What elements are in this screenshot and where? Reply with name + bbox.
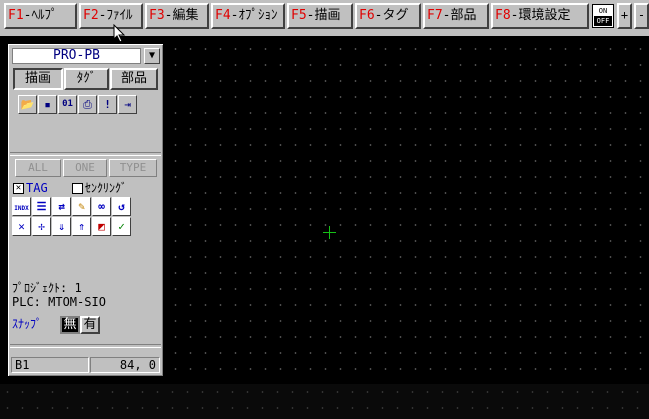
checkbox-empty-icon bbox=[72, 183, 83, 194]
tag-checkbox-label: TAG bbox=[26, 181, 48, 195]
fkey-label: -ｵﾌﾟｼｮﾝ bbox=[230, 8, 278, 23]
fkey-number: F1 bbox=[8, 8, 24, 23]
plus-label: + bbox=[620, 8, 629, 22]
fkey-label: -ﾌｧｲﾙ bbox=[98, 8, 133, 23]
index-icon[interactable]: INDX bbox=[12, 197, 31, 216]
fkey-edit[interactable]: F3-編集 bbox=[145, 3, 209, 29]
minus-label: - bbox=[637, 8, 646, 22]
palette-dropdown-button[interactable]: ▼ bbox=[144, 48, 160, 64]
select-type-button[interactable]: TYPE bbox=[109, 159, 157, 177]
fkey-label: -部品 bbox=[442, 8, 477, 23]
link-checkbox-label: ｾﾝｸﾘﾝｸﾞ bbox=[85, 181, 128, 195]
snap-off-button[interactable]: 無 bbox=[60, 316, 80, 334]
color-palette-icon[interactable]: ◩ bbox=[92, 217, 111, 236]
open-folder-icon[interactable]: 📂 bbox=[18, 95, 37, 114]
fkey-tag[interactable]: F6-タグ bbox=[355, 3, 421, 29]
fkey-label: -ﾍﾙﾌﾟ bbox=[23, 8, 58, 23]
tool-palette: PRO-PB ▼ 描画 ﾀｸﾞ 部品 📂 ▪ 01 ⎙ ! ⇥ ALL ONE … bbox=[7, 43, 164, 377]
palette-title: PRO-PB bbox=[12, 48, 141, 64]
zoom-in-button[interactable]: + bbox=[617, 3, 632, 29]
align-list-icon[interactable]: ☰ bbox=[32, 197, 51, 216]
mouse-pointer-icon bbox=[113, 24, 126, 43]
snap-label: ｽﾅｯﾌﾟ bbox=[12, 317, 43, 331]
print-icon[interactable]: ⎙ bbox=[78, 95, 97, 114]
mode-parts-button[interactable]: 部品 bbox=[110, 68, 158, 90]
link-checkbox[interactable]: ｾﾝｸﾘﾝｸﾞ bbox=[72, 181, 127, 195]
status-layer-field: B1 bbox=[11, 357, 89, 373]
pencil-icon[interactable]: ✎ bbox=[72, 197, 91, 216]
zoom-out-button[interactable]: - bbox=[634, 3, 649, 29]
select-all-button[interactable]: ALL bbox=[15, 159, 61, 177]
fkey-number: F4 bbox=[215, 8, 231, 23]
move-down-icon[interactable]: ⇓ bbox=[52, 217, 71, 236]
mode-tag-button[interactable]: ﾀｸﾞ bbox=[64, 68, 109, 90]
application-window: F1-ﾍﾙﾌﾟ F2-ﾌｧｲﾙ F3-編集 F4-ｵﾌﾟｼｮﾝ F5-描画 F6… bbox=[0, 0, 649, 419]
fkey-parts[interactable]: F7-部品 bbox=[423, 3, 489, 29]
fkey-file[interactable]: F2-ﾌｧｲﾙ bbox=[79, 3, 143, 29]
mode-draw-button[interactable]: 描画 bbox=[13, 68, 63, 90]
select-one-button[interactable]: ONE bbox=[63, 159, 107, 177]
fkey-number: F3 bbox=[149, 8, 165, 23]
toggle-on-label: ON bbox=[598, 7, 608, 15]
fkey-settings[interactable]: F8-環境設定 bbox=[491, 3, 589, 29]
canvas-bottom-strip bbox=[0, 384, 649, 419]
checkbox-checked-icon: ✕ bbox=[13, 183, 24, 194]
toggle-off-label: OFF bbox=[594, 16, 612, 26]
exclamation-icon[interactable]: ! bbox=[98, 95, 117, 114]
shrink-arrows-icon[interactable]: ✕ bbox=[12, 217, 31, 236]
binary-io-icon[interactable]: 01 bbox=[58, 95, 77, 114]
function-key-bar: F1-ﾍﾙﾌﾟ F2-ﾌｧｲﾙ F3-編集 F4-ｵﾌﾟｼｮﾝ F5-描画 F6… bbox=[0, 0, 649, 36]
move-up-icon[interactable]: ⇑ bbox=[72, 217, 91, 236]
check-edit-icon[interactable]: ✓ bbox=[112, 217, 131, 236]
index-glyph: INDX bbox=[14, 205, 29, 212]
fkey-draw[interactable]: F5-描画 bbox=[287, 3, 353, 29]
fkey-label: -環境設定 bbox=[510, 8, 571, 23]
project-label: ﾌﾟﾛｼﾞｪｸﾄ: 1 bbox=[12, 281, 82, 295]
fkey-options[interactable]: F4-ｵﾌﾟｼｮﾝ bbox=[211, 3, 285, 29]
fkey-help[interactable]: F1-ﾍﾙﾌﾟ bbox=[4, 3, 77, 29]
fkey-label: -タグ bbox=[374, 8, 409, 23]
crosshair-cursor-icon bbox=[323, 226, 336, 239]
save-disk-icon[interactable]: ▪ bbox=[38, 95, 57, 114]
swap-arrows-icon[interactable]: ⇄ bbox=[52, 197, 71, 216]
exit-door-icon[interactable]: ⇥ bbox=[118, 95, 137, 114]
plc-label: PLC: MTOM-SIO bbox=[12, 295, 106, 309]
fkey-number: F2 bbox=[83, 8, 99, 23]
fkey-number: F6 bbox=[359, 8, 375, 23]
status-coordinate-field: 84, 0 bbox=[90, 357, 160, 373]
tag-checkbox[interactable]: ✕ TAG bbox=[13, 181, 48, 195]
palette-divider bbox=[10, 344, 161, 348]
snap-on-button[interactable]: 有 bbox=[80, 316, 100, 334]
on-off-toggle[interactable]: ON OFF bbox=[592, 4, 614, 28]
fkey-label: -編集 bbox=[164, 8, 199, 23]
fkey-number: F7 bbox=[427, 8, 443, 23]
palette-divider bbox=[10, 152, 161, 156]
fkey-number: F8 bbox=[495, 8, 511, 23]
fkey-label: -描画 bbox=[306, 8, 341, 23]
find-binoculars-icon[interactable]: ∞ bbox=[92, 197, 111, 216]
expand-arrows-icon[interactable]: ✢ bbox=[32, 217, 51, 236]
undo-rotate-icon[interactable]: ↺ bbox=[112, 197, 131, 216]
fkey-number: F5 bbox=[291, 8, 307, 23]
